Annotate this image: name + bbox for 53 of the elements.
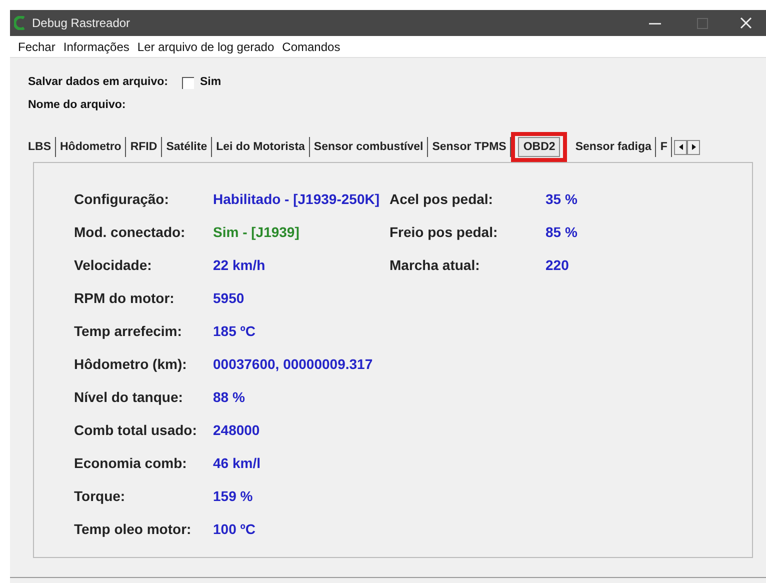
field-value: 00037600, 00000009.317	[213, 355, 373, 374]
tab[interactable]: Sensor TPMS	[428, 137, 512, 158]
tab[interactable]: Sensor combustível	[310, 137, 428, 158]
field-label: Velocidade:	[74, 256, 153, 276]
field-label: Comb total usado:	[74, 421, 198, 440]
field-value: 88 %	[213, 388, 245, 408]
save-label: Salvar dados em arquivo:	[28, 75, 168, 90]
menu-item[interactable]: Comandos	[282, 38, 340, 56]
field-label: Acel pos pedal:	[390, 190, 494, 210]
field-value: 35 %	[546, 190, 578, 210]
window-title: Debug Rastreador	[32, 15, 130, 32]
save-checkbox[interactable]	[182, 77, 194, 89]
field-value: 5950	[213, 289, 244, 308]
field-label: Economia comb:	[74, 454, 188, 474]
checkbox-label: Sim	[200, 75, 222, 90]
field-value: 185 ºC	[213, 322, 256, 342]
field-label: Hôdometro (km):	[74, 355, 188, 374]
left-arrow-icon	[678, 144, 683, 150]
app-icon	[14, 16, 26, 30]
menu-item[interactable]: Fechar	[18, 38, 56, 56]
menu-item[interactable]: Ler arquivo de log gerado	[137, 38, 274, 56]
field-label: Mod. conectado:	[74, 223, 186, 242]
field-label: Temp oleo motor:	[74, 520, 192, 540]
tab[interactable]: RFID	[126, 137, 162, 158]
field-value: 22 km/h	[213, 256, 266, 276]
file-name-label: Nome do arquivo:	[28, 98, 126, 113]
field-value: 248000	[213, 421, 260, 440]
tab[interactable]: Hôdometro	[56, 137, 126, 158]
tab[interactable]: F	[656, 137, 672, 158]
menu-item[interactable]: Informações	[63, 38, 130, 56]
field-value: 46 km/l	[213, 454, 260, 474]
field-value: Habilitado - [J1939-250K]	[213, 190, 380, 210]
tab[interactable]: LBS	[24, 137, 56, 158]
right-arrow-icon	[692, 144, 696, 150]
field-label: RPM do motor:	[74, 289, 176, 308]
field-value: 100 ºC	[213, 520, 256, 540]
field-label: Configuração:	[74, 190, 170, 210]
tab[interactable]: Sensor fadiga	[571, 137, 656, 158]
scroll-right-button[interactable]	[687, 140, 700, 155]
field-label: Nível do tanque:	[74, 388, 184, 408]
field-label: Freio pos pedal:	[390, 223, 499, 242]
field-value: 85 %	[546, 223, 578, 242]
field-value: Sim - [J1939]	[213, 223, 300, 242]
field-label: Marcha atual:	[390, 256, 481, 276]
tab[interactable]: OBD2	[518, 137, 560, 158]
field-value: 220	[546, 256, 569, 276]
field-value: 159 %	[213, 487, 253, 506]
tab[interactable]: Lei do Motorista	[212, 137, 310, 158]
tab[interactable]: Satélite	[162, 137, 212, 158]
close-icon[interactable]	[740, 17, 752, 29]
field-label: Torque:	[74, 487, 126, 506]
field-label: Temp arrefecim:	[74, 322, 183, 342]
scroll-left-button[interactable]	[674, 140, 688, 155]
